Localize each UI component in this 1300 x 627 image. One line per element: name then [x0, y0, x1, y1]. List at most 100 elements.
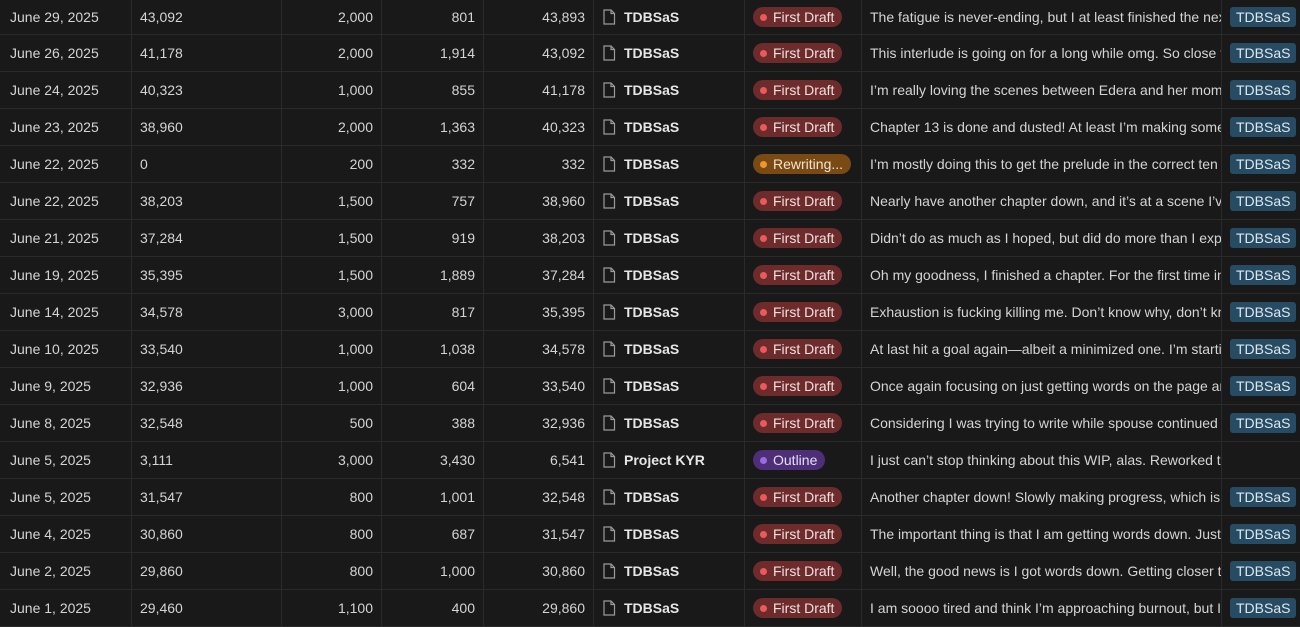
goal-cell[interactable]: 2,000	[282, 35, 382, 71]
tag-cell[interactable]: TDBSaS	[1222, 109, 1300, 145]
end-count-cell[interactable]: 33,540	[484, 368, 594, 404]
notes-cell[interactable]: The important thing is that I am getting…	[862, 516, 1222, 552]
start-count-cell[interactable]: 3,111	[132, 442, 282, 478]
status-cell[interactable]: First Draft	[745, 368, 862, 404]
goal-cell[interactable]: 500	[282, 405, 382, 441]
notes-cell[interactable]: Oh my goodness, I finished a chapter. Fo…	[862, 257, 1222, 293]
status-cell[interactable]: Outline	[745, 442, 862, 478]
start-count-cell[interactable]: 40,323	[132, 72, 282, 108]
date-cell[interactable]: June 23, 2025	[0, 109, 132, 145]
start-count-cell[interactable]: 38,960	[132, 109, 282, 145]
goal-cell[interactable]: 1,500	[282, 220, 382, 256]
goal-cell[interactable]: 1,000	[282, 368, 382, 404]
table-row[interactable]: June 1, 2025 29,460 1,100 400 29,860 TDBSaS Fi…	[0, 590, 1300, 627]
project-link[interactable]: TDBSaS	[594, 72, 745, 108]
date-cell[interactable]: June 2, 2025	[0, 553, 132, 589]
start-count-cell[interactable]: 0	[132, 146, 282, 182]
words-written-cell[interactable]: 817	[382, 294, 484, 330]
date-cell[interactable]: June 5, 2025	[0, 479, 132, 515]
end-count-cell[interactable]: 41,178	[484, 72, 594, 108]
start-count-cell[interactable]: 29,860	[132, 553, 282, 589]
goal-cell[interactable]: 2,000	[282, 0, 382, 34]
table-row[interactable]: June 29, 2025 43,092 2,000 801 43,893 TDBSaS F…	[0, 0, 1300, 35]
project-link[interactable]: TDBSaS	[594, 553, 745, 589]
table-row[interactable]: June 4, 2025 30,860 800 687 31,547 TDBSaS Firs…	[0, 516, 1300, 553]
tag-cell[interactable]: TDBSaS	[1222, 257, 1300, 293]
tag-cell[interactable]: TDBSaS	[1222, 516, 1300, 552]
words-written-cell[interactable]: 400	[382, 590, 484, 626]
goal-cell[interactable]: 800	[282, 553, 382, 589]
end-count-cell[interactable]: 34,578	[484, 331, 594, 367]
end-count-cell[interactable]: 40,323	[484, 109, 594, 145]
notes-cell[interactable]: Didn’t do as much as I hoped, but did do…	[862, 220, 1222, 256]
table-row[interactable]: June 2, 2025 29,860 800 1,000 30,860 TDBSaS Fi…	[0, 553, 1300, 590]
start-count-cell[interactable]: 37,284	[132, 220, 282, 256]
notes-cell[interactable]: I just can’t stop thinking about this WI…	[862, 442, 1222, 478]
end-count-cell[interactable]: 38,960	[484, 183, 594, 219]
goal-cell[interactable]: 800	[282, 479, 382, 515]
table-row[interactable]: June 22, 2025 38,203 1,500 757 38,960 TDBSaS F…	[0, 183, 1300, 220]
table-row[interactable]: June 10, 2025 33,540 1,000 1,038 34,578 TDBSa…	[0, 331, 1300, 368]
table-row[interactable]: June 5, 2025 3,111 3,000 3,430 6,541 Project …	[0, 442, 1300, 479]
goal-cell[interactable]: 800	[282, 516, 382, 552]
notes-cell[interactable]: I am soooo tired and think I’m approachi…	[862, 590, 1222, 626]
end-count-cell[interactable]: 31,547	[484, 516, 594, 552]
tag-cell[interactable]: TDBSaS	[1222, 405, 1300, 441]
end-count-cell[interactable]: 43,092	[484, 35, 594, 71]
project-link[interactable]: TDBSaS	[594, 405, 745, 441]
table-row[interactable]: June 9, 2025 32,936 1,000 604 33,540 TDBSaS Fi…	[0, 368, 1300, 405]
tag-cell[interactable]: TDBSaS	[1222, 35, 1300, 71]
notes-cell[interactable]: The fatigue is never-ending, but I at le…	[862, 0, 1222, 34]
project-link[interactable]: TDBSaS	[594, 0, 745, 34]
date-cell[interactable]: June 8, 2025	[0, 405, 132, 441]
goal-cell[interactable]: 3,000	[282, 442, 382, 478]
date-cell[interactable]: June 19, 2025	[0, 257, 132, 293]
project-link[interactable]: TDBSaS	[594, 35, 745, 71]
start-count-cell[interactable]: 31,547	[132, 479, 282, 515]
table-row[interactable]: June 26, 2025 41,178 2,000 1,914 43,092 TDBSa…	[0, 35, 1300, 72]
words-written-cell[interactable]: 332	[382, 146, 484, 182]
words-written-cell[interactable]: 604	[382, 368, 484, 404]
words-written-cell[interactable]: 1,914	[382, 35, 484, 71]
status-cell[interactable]: First Draft	[745, 220, 862, 256]
date-cell[interactable]: June 1, 2025	[0, 590, 132, 626]
status-cell[interactable]: Rewriting...	[745, 146, 862, 182]
words-written-cell[interactable]: 1,363	[382, 109, 484, 145]
words-written-cell[interactable]: 801	[382, 0, 484, 34]
tag-cell[interactable]: TDBSaS	[1222, 72, 1300, 108]
project-link[interactable]: TDBSaS	[594, 331, 745, 367]
words-written-cell[interactable]: 687	[382, 516, 484, 552]
goal-cell[interactable]: 2,000	[282, 109, 382, 145]
notes-cell[interactable]: I’m really loving the scenes between Ede…	[862, 72, 1222, 108]
status-cell[interactable]: First Draft	[745, 0, 862, 34]
project-link[interactable]: TDBSaS	[594, 109, 745, 145]
tag-cell[interactable]: TDBSaS	[1222, 590, 1300, 626]
words-written-cell[interactable]: 855	[382, 72, 484, 108]
date-cell[interactable]: June 26, 2025	[0, 35, 132, 71]
end-count-cell[interactable]: 32,548	[484, 479, 594, 515]
tag-cell[interactable]: TDBSaS	[1222, 331, 1300, 367]
table-row[interactable]: June 8, 2025 32,548 500 388 32,936 TDBSaS Firs…	[0, 405, 1300, 442]
notes-cell[interactable]: Once again focusing on just getting word…	[862, 368, 1222, 404]
words-written-cell[interactable]: 919	[382, 220, 484, 256]
words-written-cell[interactable]: 1,038	[382, 331, 484, 367]
status-cell[interactable]: First Draft	[745, 516, 862, 552]
status-cell[interactable]: First Draft	[745, 257, 862, 293]
tag-cell[interactable]: TDBSaS	[1222, 146, 1300, 182]
date-cell[interactable]: June 4, 2025	[0, 516, 132, 552]
notes-cell[interactable]: Another chapter down! Slowly making prog…	[862, 479, 1222, 515]
project-link[interactable]: TDBSaS	[594, 220, 745, 256]
date-cell[interactable]: June 21, 2025	[0, 220, 132, 256]
tag-cell[interactable]	[1222, 442, 1300, 478]
date-cell[interactable]: June 24, 2025	[0, 72, 132, 108]
words-written-cell[interactable]: 3,430	[382, 442, 484, 478]
notes-cell[interactable]: At last hit a goal again—albeit a minimi…	[862, 331, 1222, 367]
status-cell[interactable]: First Draft	[745, 331, 862, 367]
tag-cell[interactable]: TDBSaS	[1222, 479, 1300, 515]
status-cell[interactable]: First Draft	[745, 294, 862, 330]
project-link[interactable]: TDBSaS	[594, 294, 745, 330]
end-count-cell[interactable]: 43,893	[484, 0, 594, 34]
start-count-cell[interactable]: 30,860	[132, 516, 282, 552]
goal-cell[interactable]: 1,100	[282, 590, 382, 626]
start-count-cell[interactable]: 43,092	[132, 0, 282, 34]
